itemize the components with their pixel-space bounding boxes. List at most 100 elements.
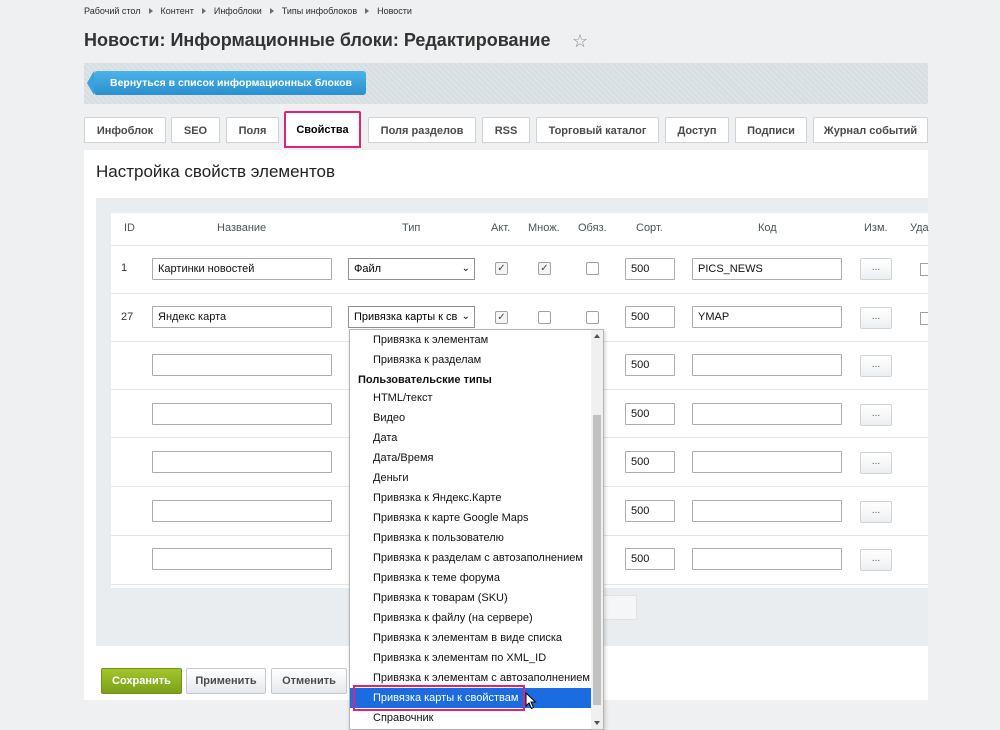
dropdown-option[interactable]: Привязка к элементам по XML_ID <box>350 648 592 668</box>
active-checkbox[interactable]: ✓ <box>495 311 508 324</box>
row-id: 27 <box>121 311 134 323</box>
favorite-star-icon[interactable]: ☆ <box>572 31 588 52</box>
column-header-active: Акт. <box>491 222 511 234</box>
multiple-checkbox[interactable] <box>538 311 551 324</box>
dropdown-option[interactable]: Привязка к Яндекс.Карте <box>350 488 592 508</box>
edit-property-button[interactable]: ... <box>860 549 892 571</box>
scrollbar-thumb[interactable] <box>593 415 601 705</box>
scroll-up-icon[interactable] <box>594 334 600 338</box>
dropdown-option[interactable]: Привязка к товарам (SKU) <box>350 588 592 608</box>
mouse-pointer-icon <box>525 692 537 710</box>
type-dropdown-list[interactable]: Привязка к элементам Привязка к разделам… <box>349 329 604 730</box>
breadcrumb-item[interactable]: Типы инфоблоков <box>282 6 357 16</box>
breadcrumb-separator-icon <box>201 8 206 15</box>
property-name-input[interactable]: Яндекс карта <box>152 306 332 328</box>
section-title: Настройка свойств элементов <box>96 162 336 181</box>
breadcrumb: Рабочий стол Контент Инфоблоки Типы инфобло… <box>84 6 412 16</box>
sort-input[interactable]: 500 <box>625 306 675 328</box>
dropdown-option[interactable]: Привязка к карте Google Maps <box>350 508 592 528</box>
dropdown-option[interactable]: Привязка к теме форума <box>350 568 592 588</box>
dropdown-option[interactable]: Привязка к элементам <box>350 330 592 350</box>
breadcrumb-item[interactable]: Контент <box>161 6 194 16</box>
row-divider <box>111 293 928 294</box>
highlight-frame <box>353 685 525 711</box>
edit-property-button[interactable]: ... <box>860 355 892 377</box>
chevron-down-icon: ⌄ <box>461 263 470 274</box>
dropdown-option[interactable]: Деньги <box>350 468 592 488</box>
dropdown-scrollbar[interactable] <box>591 330 603 729</box>
code-input[interactable] <box>692 451 842 473</box>
select-value: Файл <box>354 263 382 275</box>
edit-property-button[interactable]: ... <box>860 307 892 329</box>
column-header-sort: Сорт. <box>636 222 663 234</box>
dropdown-option[interactable]: Привязка к пользователю <box>350 528 592 548</box>
cancel-button[interactable]: Отменить <box>271 668 347 694</box>
code-input[interactable] <box>692 354 842 376</box>
apply-button[interactable]: Применить <box>186 668 266 694</box>
edit-property-button[interactable]: ... <box>860 404 892 426</box>
code-input[interactable]: YMAP <box>692 306 842 328</box>
property-name-input[interactable] <box>152 354 332 376</box>
chevron-down-icon: ⌄ <box>461 311 470 322</box>
property-type-select[interactable]: Файл ⌄ <box>348 258 475 280</box>
breadcrumb-item[interactable]: Инфоблоки <box>214 6 262 16</box>
row-id: 1 <box>121 262 128 274</box>
sort-input[interactable]: 500 <box>625 354 675 376</box>
edit-property-button[interactable]: ... <box>860 501 892 523</box>
back-to-list-button[interactable]: Вернуться в список информационных блоков <box>87 71 366 95</box>
breadcrumb-separator-icon <box>148 8 153 15</box>
tab-infoblock[interactable]: Инфоблок <box>84 117 166 143</box>
breadcrumb-item[interactable]: Новости <box>377 6 412 16</box>
required-checkbox[interactable] <box>586 311 599 324</box>
delete-checkbox[interactable] <box>920 263 928 276</box>
column-header-type: Тип <box>402 222 421 234</box>
tab-section-fields[interactable]: Поля разделов <box>368 117 476 143</box>
required-checkbox[interactable] <box>586 262 599 275</box>
select-value: Привязка карты к св <box>354 311 458 323</box>
property-name-input[interactable] <box>152 451 332 473</box>
tab-access[interactable]: Доступ <box>665 117 729 143</box>
sort-input[interactable]: 500 <box>625 451 675 473</box>
dropdown-option[interactable]: Видео <box>350 408 592 428</box>
sort-input[interactable]: 500 <box>625 500 675 522</box>
column-header-code: Код <box>758 222 777 234</box>
tab-properties[interactable]: Свойства <box>284 111 361 148</box>
dropdown-option[interactable]: Привязка к разделам <box>350 350 592 370</box>
dropdown-option[interactable]: HTML/текст <box>350 388 592 408</box>
tab-seo[interactable]: SEO <box>171 117 220 143</box>
dropdown-option[interactable]: Привязка к файлу (на сервере) <box>350 608 592 628</box>
code-input[interactable]: PICS_NEWS <box>692 258 842 280</box>
code-input[interactable] <box>692 548 842 570</box>
column-header-required: Обяз. <box>578 222 607 234</box>
edit-property-button[interactable]: ... <box>860 452 892 474</box>
dropdown-option[interactable]: Привязка к элементам в виде списка <box>350 628 592 648</box>
breadcrumb-item[interactable]: Рабочий стол <box>84 6 141 16</box>
property-name-input[interactable] <box>152 500 332 522</box>
tab-captions[interactable]: Подписи <box>735 117 807 143</box>
sort-input[interactable]: 500 <box>625 403 675 425</box>
tab-trade-catalog[interactable]: Торговый каталог <box>536 117 659 143</box>
tab-rss[interactable]: RSS <box>482 117 530 143</box>
tab-event-log[interactable]: Журнал событий <box>813 117 928 143</box>
sort-input[interactable]: 500 <box>625 548 675 570</box>
dropdown-option[interactable]: Дата/Время <box>350 448 592 468</box>
code-input[interactable] <box>692 403 842 425</box>
property-name-input[interactable] <box>152 548 332 570</box>
edit-property-button[interactable]: ... <box>860 258 892 280</box>
row-divider <box>111 245 928 246</box>
delete-checkbox[interactable] <box>920 312 928 325</box>
dropdown-option[interactable]: Дата <box>350 428 592 448</box>
multiple-checkbox[interactable]: ✓ <box>538 262 551 275</box>
scroll-down-icon[interactable] <box>594 721 600 725</box>
active-checkbox[interactable]: ✓ <box>495 262 508 275</box>
property-type-select[interactable]: Привязка карты к св ⌄ <box>348 306 475 328</box>
property-name-input[interactable] <box>152 403 332 425</box>
column-header-id: ID <box>124 222 135 234</box>
property-name-input[interactable]: Картинки новостей <box>152 258 332 280</box>
code-input[interactable] <box>692 500 842 522</box>
save-button[interactable]: Сохранить <box>101 668 182 694</box>
dropdown-option[interactable]: Справочник <box>350 708 592 728</box>
dropdown-option[interactable]: Привязка к разделам с автозаполнением <box>350 548 592 568</box>
tab-fields[interactable]: Поля <box>226 117 279 143</box>
sort-input[interactable]: 500 <box>625 258 675 280</box>
